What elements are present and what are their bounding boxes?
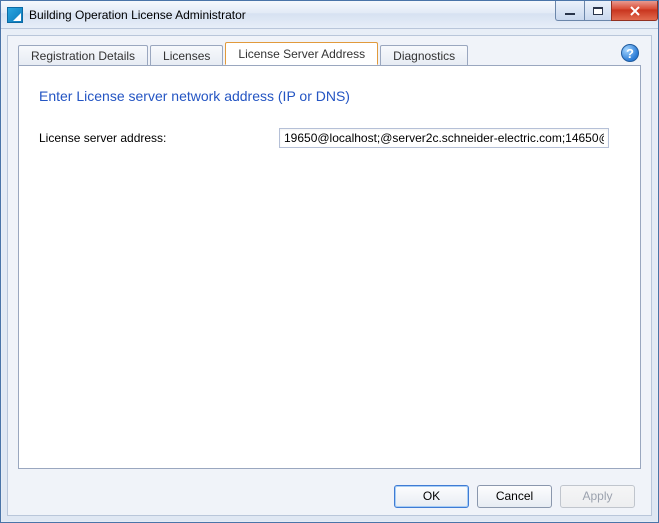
minimize-button[interactable] [555,1,584,21]
tab-license-server-address[interactable]: License Server Address [225,42,378,65]
tab-registration-details[interactable]: Registration Details [18,45,148,66]
dialog-footer: OK Cancel Apply [8,477,651,515]
apply-button: Apply [560,485,635,508]
titlebar[interactable]: Building Operation License Administrator [1,1,658,29]
window-title: Building Operation License Administrator [29,8,246,22]
app-window: Building Operation License Administrator… [0,0,659,523]
section-title: Enter License server network address (IP… [39,88,620,104]
window-controls [555,1,658,21]
tab-body: Enter License server network address (IP… [18,65,641,469]
ok-button[interactable]: OK [394,485,469,508]
tab-licenses[interactable]: Licenses [150,45,223,66]
tab-diagnostics[interactable]: Diagnostics [380,45,468,66]
app-icon [7,7,23,23]
tab-strip: Registration Details Licenses License Se… [8,42,651,65]
license-server-address-input[interactable] [279,128,609,148]
cancel-button[interactable]: Cancel [477,485,552,508]
maximize-button[interactable] [584,1,611,21]
license-server-address-label: License server address: [39,131,279,145]
client-area: Registration Details Licenses License Se… [7,35,652,516]
help-icon[interactable]: ? [621,44,639,62]
close-button[interactable] [611,1,658,21]
field-row: License server address: [39,128,620,148]
